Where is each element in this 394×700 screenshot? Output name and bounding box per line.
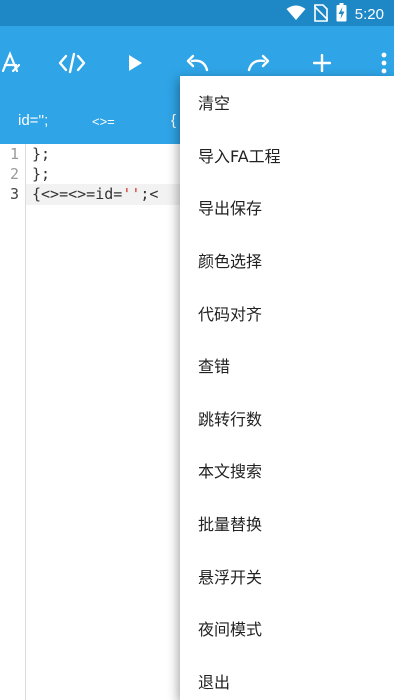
more-vert-icon[interactable] <box>367 46 394 80</box>
line-number: 3 <box>10 185 20 203</box>
code-tags-icon[interactable] <box>55 46 89 80</box>
menu-item-code-align[interactable]: 代码对齐 <box>180 287 394 339</box>
menu-item-float-toggle[interactable]: 悬浮开关 <box>180 550 394 602</box>
menu-item-goto-line[interactable]: 跳转行数 <box>180 392 394 444</box>
code-string: '' <box>122 185 141 203</box>
menu-item-exit[interactable]: 退出 <box>180 655 394 700</box>
menu-item-text-search[interactable]: 本文搜索 <box>180 444 394 496</box>
plus-icon[interactable] <box>305 46 339 80</box>
snippet-item[interactable]: { <box>171 112 176 129</box>
font-style-icon[interactable] <box>0 46 28 80</box>
wifi-icon <box>286 5 306 25</box>
code-line-current: {<>=<>=id='';< <box>32 185 158 203</box>
line-number-gutter <box>0 144 26 700</box>
code-line: }; <box>32 145 51 163</box>
redo-icon[interactable] <box>242 46 276 80</box>
menu-item-night-mode[interactable]: 夜间模式 <box>180 602 394 654</box>
menu-item-import-fa[interactable]: 导入FA工程 <box>180 129 394 181</box>
code-text: ;< <box>140 185 159 203</box>
menu-item-export-save[interactable]: 导出保存 <box>180 181 394 233</box>
status-time: 5:20 <box>354 6 384 23</box>
undo-icon[interactable] <box>180 46 214 80</box>
status-bar: 5:20 <box>0 0 394 26</box>
line-number: 1 <box>10 145 20 163</box>
play-icon[interactable] <box>118 46 152 80</box>
no-sim-icon <box>313 3 329 26</box>
menu-item-batch-replace[interactable]: 批量替换 <box>180 497 394 549</box>
menu-item-color-picker[interactable]: 颜色选择 <box>180 234 394 286</box>
menu-item-clear[interactable]: 清空 <box>180 76 394 128</box>
snippet-item[interactable]: id=''; <box>18 112 48 129</box>
snippet-item[interactable]: <>= <box>92 114 115 129</box>
code-line: }; <box>32 165 51 183</box>
code-text: {<>=<>=id= <box>32 185 123 203</box>
status-icons: 5:20 <box>286 3 384 26</box>
battery-charging-icon <box>336 3 347 26</box>
overflow-menu: 清空 导入FA工程 导出保存 颜色选择 代码对齐 查错 跳转行数 本文搜索 批量… <box>180 76 394 700</box>
line-number: 2 <box>10 165 20 183</box>
menu-item-check-errors[interactable]: 查错 <box>180 339 394 391</box>
